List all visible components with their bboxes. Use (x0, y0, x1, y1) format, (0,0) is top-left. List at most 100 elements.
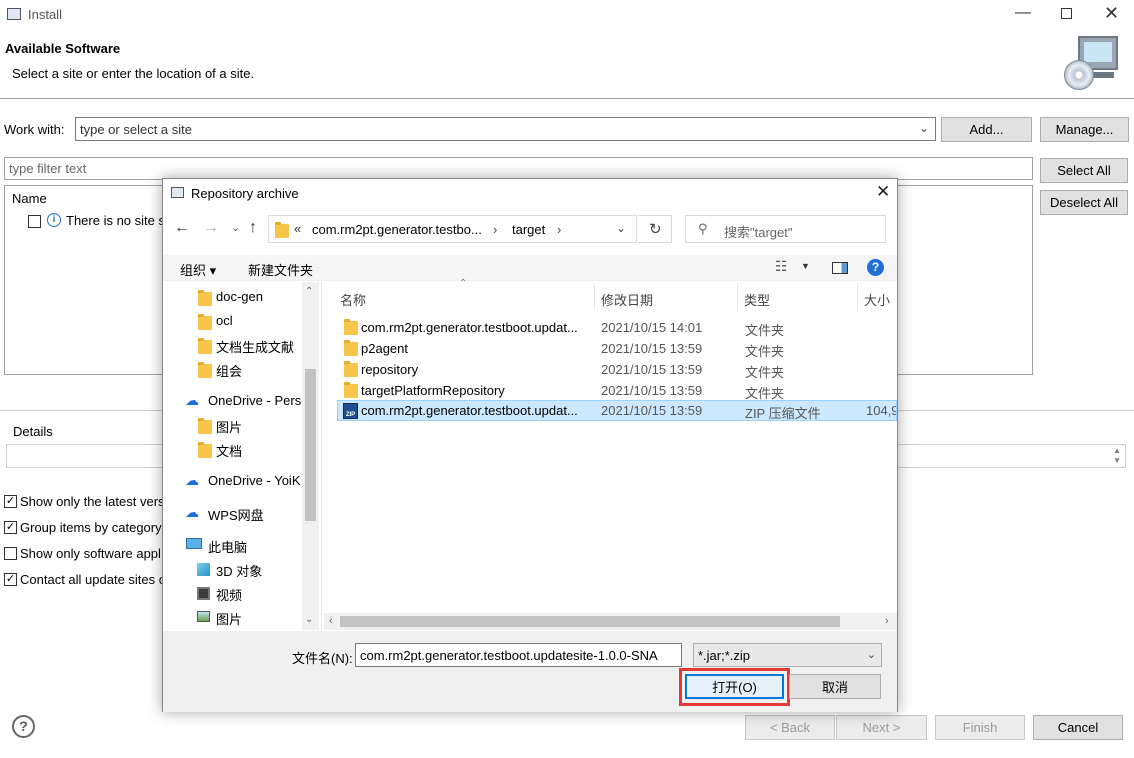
nav-item[interactable]: doc-gen (216, 289, 263, 304)
search-box[interactable]: ⚲ 搜索"target" (685, 215, 886, 243)
work-with-combo[interactable]: type or select a site ⌄ (75, 117, 936, 141)
deselect-all-button[interactable]: Deselect All (1040, 190, 1128, 215)
column-type[interactable]: 类型 (744, 290, 770, 309)
nav-item[interactable]: 此电脑 (208, 537, 247, 556)
breadcrumb-target[interactable]: target (512, 222, 545, 237)
nav-item[interactable]: 文档生成文献 (216, 337, 294, 356)
nav-item[interactable]: 图片 (216, 417, 242, 436)
nav-item[interactable]: OneDrive - Perso (208, 393, 308, 408)
column-date[interactable]: 修改日期 (601, 290, 653, 309)
tree-item-checkbox[interactable] (28, 215, 41, 228)
close-icon[interactable]: ✕ (1104, 3, 1119, 24)
file-name: com.rm2pt.generator.testboot.updat... (361, 403, 578, 418)
file-list-header: ⌃ 名称 修改日期 类型 大小 (333, 278, 897, 312)
finish-button[interactable]: Finish (935, 715, 1025, 740)
option-latest-checkbox[interactable] (4, 495, 17, 508)
select-all-button[interactable]: Select All (1040, 158, 1128, 183)
option-applicable-checkbox[interactable] (4, 547, 17, 560)
nav-item[interactable]: 组会 (216, 361, 242, 380)
file-row[interactable]: p2agent 2021/10/15 13:59 文件夹 (337, 338, 897, 359)
help-icon[interactable]: ? (12, 715, 35, 738)
option-applicable-label[interactable]: Show only software appl (20, 546, 161, 561)
file-row-selected[interactable]: ZIP com.rm2pt.generator.testboot.updat..… (337, 400, 897, 421)
column-separator (857, 284, 858, 310)
recent-chevron-icon[interactable]: ⌄ (231, 221, 240, 234)
option-contact-label[interactable]: Contact all update sites c (20, 572, 165, 587)
nav-item[interactable]: 视频 (216, 585, 242, 604)
scroll-thumb[interactable] (305, 369, 316, 521)
details-label: Details (13, 424, 53, 439)
breadcrumb-overflow[interactable]: « (294, 221, 301, 236)
breadcrumb-project[interactable]: com.rm2pt.generator.testbo... (312, 222, 482, 237)
video-icon (197, 587, 210, 600)
navigation-scrollbar[interactable]: ⌃ ⌄ (302, 282, 319, 630)
chevron-down-icon[interactable]: ⌄ (867, 648, 876, 661)
option-group-checkbox[interactable] (4, 521, 17, 534)
filetype-select[interactable]: *.jar;*.zip ⌄ (693, 643, 882, 667)
file-row[interactable]: repository 2021/10/15 13:59 文件夹 (337, 359, 897, 380)
add-button[interactable]: Add... (941, 117, 1032, 142)
organize-button[interactable]: 组织 ▾ (180, 260, 216, 279)
dialog-cancel-button[interactable]: 取消 (789, 674, 881, 699)
up-arrow-icon[interactable]: ↑ (249, 219, 257, 237)
install-banner-icon (1062, 34, 1122, 92)
option-contact-checkbox[interactable] (4, 573, 17, 586)
pane-divider (321, 282, 322, 630)
folder-icon (198, 362, 212, 378)
folder-icon (198, 442, 212, 458)
file-list-hscrollbar[interactable]: ‹ › (324, 613, 897, 630)
nav-item[interactable]: 图片 (216, 609, 242, 628)
file-row[interactable]: targetPlatformRepository 2021/10/15 13:5… (337, 380, 897, 401)
option-latest-label[interactable]: Show only the latest vers (20, 494, 165, 509)
zip-file-icon: ZIP (343, 403, 358, 419)
file-row[interactable]: com.rm2pt.generator.testboot.updat... 20… (337, 317, 897, 338)
view-options-icon[interactable]: ☷ (775, 258, 788, 275)
breadcrumb-separator-icon[interactable]: › (493, 222, 497, 237)
back-button[interactable]: < Back (745, 715, 835, 740)
navigation-pane[interactable]: doc-gen ocl 文档生成文献 组会 ☁ OneDrive - Perso… (163, 282, 319, 630)
minimize-icon[interactable]: — (1015, 4, 1031, 22)
tree-column-name[interactable]: Name (12, 191, 47, 206)
column-size[interactable]: 大小 (864, 290, 890, 309)
dialog-close-icon[interactable]: ✕ (876, 182, 890, 202)
preview-pane-icon[interactable] (832, 262, 848, 274)
nav-item[interactable]: OneDrive - YoiK (208, 473, 301, 488)
nav-item[interactable]: WPS网盘 (208, 505, 264, 524)
cloud-icon: ☁ (185, 392, 199, 408)
forward-arrow-icon[interactable]: → (203, 219, 219, 237)
next-button[interactable]: Next > (836, 715, 927, 740)
filename-input[interactable]: com.rm2pt.generator.testboot.updatesite-… (355, 643, 682, 667)
scroll-down-icon[interactable]: ⌄ (305, 614, 313, 625)
title-bar: Install — ✕ (0, 0, 1134, 30)
details-scroll-up-icon[interactable]: ▲ (1113, 446, 1121, 455)
scroll-up-icon[interactable]: ⌃ (305, 286, 313, 297)
breadcrumb-separator-icon[interactable]: › (557, 222, 561, 237)
scroll-left-icon[interactable]: ‹ (329, 615, 333, 627)
details-scroll-down-icon[interactable]: ▼ (1113, 456, 1121, 465)
tree-empty-message: There is no site s (66, 213, 165, 228)
chevron-down-icon[interactable]: ⌄ (919, 121, 929, 135)
file-date: 2021/10/15 13:59 (601, 341, 703, 356)
filter-input[interactable]: type filter text (4, 157, 1033, 180)
back-arrow-icon[interactable]: ← (174, 219, 190, 237)
help-circle-icon[interactable]: ? (867, 259, 884, 276)
column-separator (594, 284, 595, 310)
nav-item[interactable]: 3D 对象 (216, 561, 262, 580)
open-button[interactable]: 打开(O) (685, 674, 784, 699)
address-dropdown-icon[interactable]: ⌄ (616, 221, 626, 235)
address-bar[interactable]: « com.rm2pt.generator.testbo... › target… (268, 215, 637, 243)
cancel-button[interactable]: Cancel (1033, 715, 1123, 740)
refresh-button[interactable]: ↻ (638, 215, 672, 243)
manage-button[interactable]: Manage... (1040, 117, 1129, 142)
option-group-label[interactable]: Group items by category (20, 520, 162, 535)
maximize-icon[interactable] (1061, 8, 1072, 19)
scroll-right-icon[interactable]: › (885, 615, 889, 627)
view-chevron-icon[interactable]: ▼ (801, 261, 810, 271)
hscroll-thumb[interactable] (340, 616, 840, 627)
folder-icon (344, 319, 358, 335)
nav-item[interactable]: 文档 (216, 441, 242, 460)
folder-icon (198, 314, 212, 330)
column-name[interactable]: 名称 (340, 290, 366, 309)
nav-item[interactable]: ocl (216, 313, 233, 328)
new-folder-button[interactable]: 新建文件夹 (248, 260, 313, 279)
